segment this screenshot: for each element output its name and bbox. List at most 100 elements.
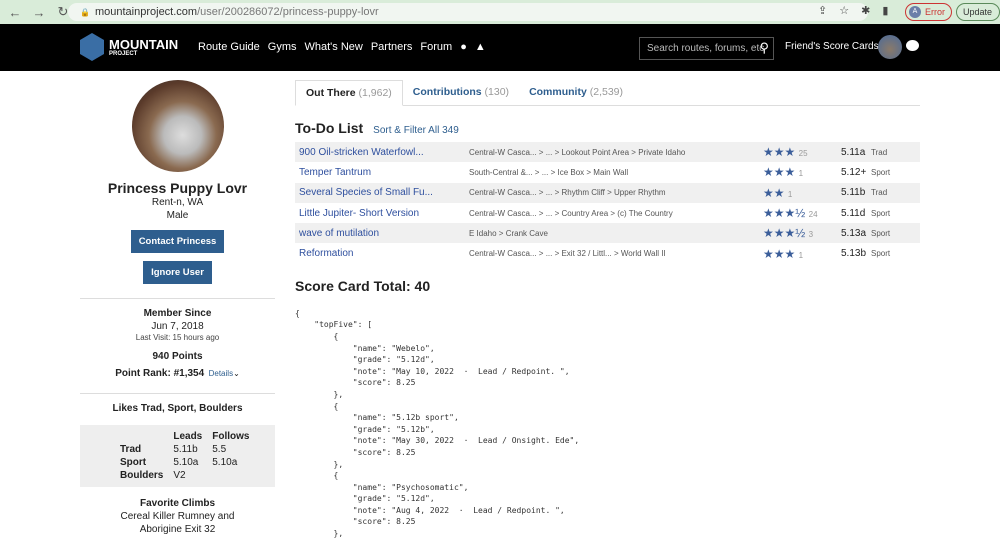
vote-count: 24 — [808, 210, 818, 220]
star-rating: ★★★½ 3 — [763, 226, 841, 240]
route-location[interactable]: E Idaho > Crank Cave — [469, 229, 763, 238]
grade-cell: Boulders — [120, 470, 164, 481]
nav-gyms[interactable]: Gyms — [268, 41, 297, 53]
todo-row: 900 Oil-stricken Waterfowl... Central-W C… — [295, 142, 920, 163]
contact-button[interactable]: Contact Princess — [130, 230, 225, 253]
grade-row: Trad 5.11b 5.5 — [120, 443, 259, 456]
grade-row: Boulders V2 — [120, 469, 259, 482]
tab-out-there[interactable]: Out There (1,962) — [295, 80, 403, 106]
route-location[interactable]: Central-W Casca... > ... > Exit 32 / Lit… — [469, 249, 763, 258]
route-grade: 5.12+ — [841, 166, 867, 178]
route-link[interactable]: Several Species of Small Fu... — [295, 187, 469, 198]
profile-name: Princess Puppy Lovr — [107, 180, 248, 196]
todo-row: Little Jupiter- Short Version Central-W C… — [295, 203, 920, 223]
grade-cell: Follows — [212, 431, 250, 442]
update-button[interactable]: Update — [956, 3, 1000, 21]
stars-icon: ★★ — [763, 185, 785, 200]
chevron-down-icon[interactable]: ⌄ — [233, 369, 240, 378]
star-rating: ★★★½ 24 — [763, 206, 841, 220]
tab-community[interactable]: Community (2,539) — [519, 80, 633, 105]
scorecard-title: Score Card Total: 40 — [295, 277, 431, 294]
ignore-user-button[interactable]: Ignore User — [143, 261, 212, 284]
address-bar[interactable]: 🔒 mountainproject.com/user/200286072/prin… — [68, 3, 868, 21]
route-link[interactable]: Little Jupiter- Short Version — [295, 208, 469, 219]
back-icon[interactable]: ← — [6, 5, 24, 20]
details-link[interactable]: Details — [209, 369, 233, 378]
route-grade: 5.11b — [841, 187, 866, 199]
vote-count: 1 — [787, 189, 793, 199]
share-icon[interactable]: ⇪ — [818, 4, 827, 17]
route-location[interactable]: Central-W Casca... > ... > Country Area … — [469, 209, 763, 218]
route-type: Trad — [871, 188, 888, 198]
todo-title: To-Do List — [295, 120, 364, 136]
search-input[interactable]: Search routes, forums, etc ⚲ — [639, 37, 774, 60]
stars-icon: ★★★ — [763, 145, 796, 160]
forward-icon[interactable]: → — [30, 5, 48, 20]
grade-cell: 5.11b — [173, 444, 198, 455]
scorecard-json: { "topFive": [ { "name": "Webelo", "grad… — [295, 308, 580, 539]
route-link[interactable]: wave of mutilation — [295, 228, 469, 239]
route-location[interactable]: Central-W Casca... > ... > Lookout Point… — [469, 148, 763, 157]
grade-cell: 5.10a — [173, 457, 199, 468]
todo-row: Reformation Central-W Casca... > ... > Ex… — [295, 243, 920, 263]
vote-count: 1 — [798, 250, 804, 260]
nav-partners[interactable]: Partners — [371, 41, 413, 53]
main-content: Out There (1,962) Contributions (130) Co… — [295, 80, 920, 540]
grade-cell: Leads — [173, 431, 203, 442]
star-rating: ★★★ 1 — [763, 165, 841, 179]
nav-whats-new[interactable]: What's New — [305, 41, 363, 53]
vote-count: 3 — [808, 230, 814, 240]
star-rating: ★★★ 1 — [763, 247, 841, 261]
vote-count: 25 — [798, 149, 808, 159]
sidepanel-icon[interactable]: ▮ — [882, 4, 888, 17]
todo-row: wave of mutilation E Idaho > Crank Cave ★★… — [295, 223, 920, 244]
grade-row: Sport 5.10a 5.10a — [120, 456, 259, 469]
route-grade: 5.11d — [841, 207, 866, 219]
search-icon[interactable]: ⚲ — [759, 40, 769, 56]
apple-icon[interactable]: ● — [460, 41, 467, 53]
profile-avatar — [131, 80, 224, 172]
todo-row: Several Species of Small Fu... Central-W … — [295, 182, 920, 203]
grade-cell: 5.5 — [212, 444, 227, 455]
friends-score-cards-link[interactable]: Friend's Score Cards — [785, 41, 879, 52]
grade-cell: 5.10a — [212, 457, 238, 468]
stars-icon: ★★★ — [763, 165, 796, 180]
browser-toolbar: ← → ↻ 🔒 mountainproject.com/user/20028607… — [0, 0, 1000, 24]
route-grade: 5.13b — [841, 248, 867, 260]
grade-cell: V2 — [173, 470, 186, 481]
route-link[interactable]: Temper Tantrum — [295, 167, 469, 178]
grades-table: Leads Follows Trad 5.11b 5.5 Sport 5.10a 5.10a B… — [80, 425, 275, 487]
vote-count: 1 — [798, 169, 804, 179]
android-icon[interactable]: ▲ — [475, 41, 486, 53]
grade-cell — [120, 430, 173, 443]
profile-error-button[interactable]: A Error — [905, 3, 952, 21]
tab-contributions[interactable]: Contributions (130) — [403, 80, 519, 105]
route-location[interactable]: South-Central &... > ... > Ice Box > Mai… — [469, 168, 763, 177]
stars-icon: ★★★ — [763, 246, 796, 261]
nav-route-guide[interactable]: Route Guide — [198, 41, 260, 53]
grade-row: Leads Follows — [120, 430, 259, 443]
site-header: MOUNTAIN PROJECT Route Guide Gyms What's … — [0, 24, 1000, 71]
star-rating: ★★ 1 — [763, 186, 841, 200]
route-type: Sport — [871, 228, 891, 238]
grade-cell: Trad — [120, 444, 142, 455]
grade-cell: Sport — [120, 457, 147, 468]
route-type: Trad — [871, 147, 888, 157]
star-icon[interactable]: ☆ — [839, 4, 849, 17]
star-rating: ★★★ 25 — [763, 145, 841, 159]
chat-icon[interactable] — [906, 40, 919, 51]
user-avatar[interactable] — [878, 35, 902, 59]
todo-row: Temper Tantrum South-Central &... > ... >… — [295, 162, 920, 182]
extensions-icon[interactable]: ✱ — [861, 4, 870, 17]
sort-filter-link[interactable]: Sort & Filter All 349 — [373, 125, 459, 136]
route-link[interactable]: 900 Oil-stricken Waterfowl... — [295, 147, 469, 158]
route-grade: 5.13a — [841, 227, 867, 239]
nav-forum[interactable]: Forum — [420, 41, 452, 53]
route-link[interactable]: Reformation — [295, 248, 469, 259]
route-type: Sport — [871, 208, 891, 218]
profile-sidebar: Princess Puppy Lovr Rent-n, WA Male Cont… — [80, 80, 275, 536]
route-location[interactable]: Central-W Casca... > ... > Rhythm Cliff … — [469, 188, 763, 197]
logo[interactable]: MOUNTAIN PROJECT — [80, 33, 178, 61]
route-type: Sport — [871, 167, 891, 177]
route-type: Sport — [871, 249, 891, 259]
